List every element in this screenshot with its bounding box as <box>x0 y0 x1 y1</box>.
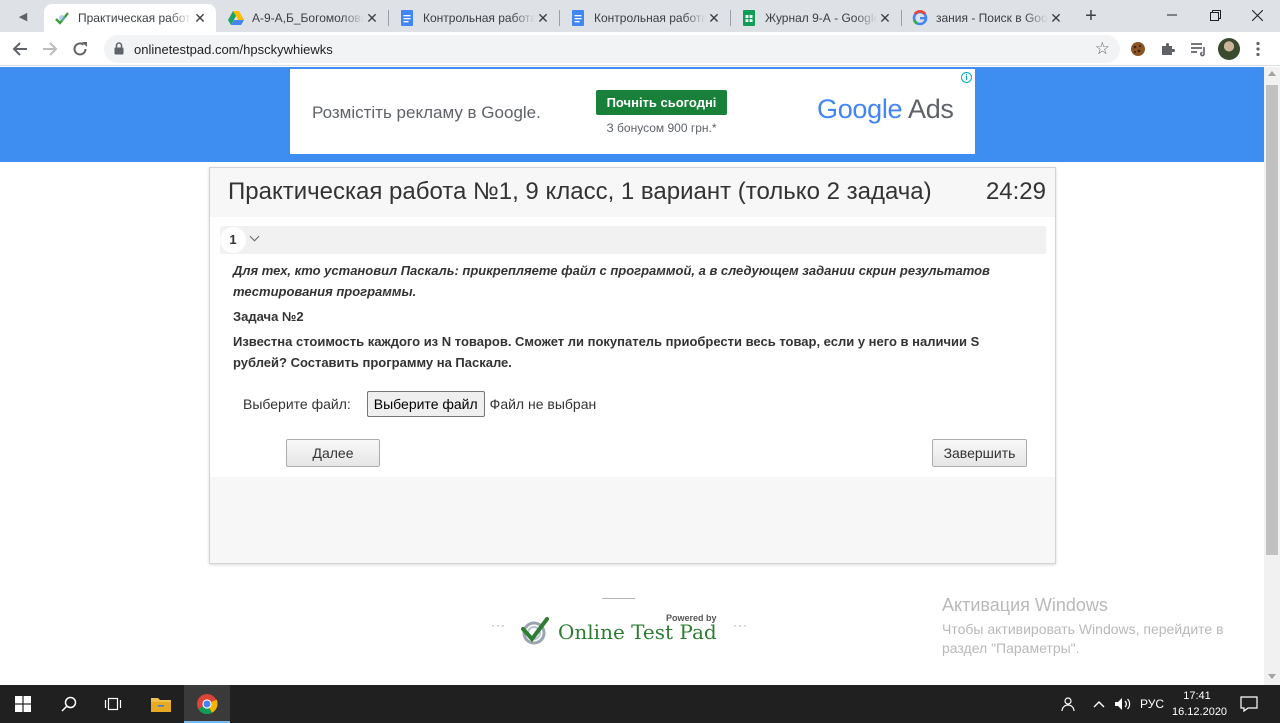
google-ads-logo: Google Ads <box>817 94 954 125</box>
bookmark-star-icon[interactable]: ☆ <box>1095 39 1110 59</box>
tab-title: Контрольная работа <box>423 11 535 25</box>
file-upload-row: Выберите файл: Выберите файл Файл не выб… <box>243 391 596 417</box>
footer-dots-right: ··· <box>733 618 748 632</box>
windows-taskbar: РУС 17:41 16.12.2020 <box>0 685 1280 723</box>
google-ads-logo-google: Google <box>817 94 903 124</box>
tab-title: Практическая работа <box>78 11 192 25</box>
tab-search-icon[interactable]: ◀ <box>8 6 38 26</box>
tab-practical-work[interactable]: Практическая работа ✕ <box>44 4 216 32</box>
windows-start-icon[interactable] <box>0 685 46 723</box>
reload-icon[interactable] <box>67 36 93 62</box>
test-title: Практическая работа №1, 9 класс, 1 вариа… <box>228 178 932 205</box>
restore-button[interactable] <box>1192 0 1238 30</box>
forward-icon[interactable] <box>37 36 63 62</box>
back-icon[interactable] <box>7 36 33 62</box>
google-drive-icon <box>228 10 244 26</box>
scroll-down-arrow-icon[interactable] <box>1268 674 1276 679</box>
language-indicator[interactable]: РУС <box>1140 685 1164 723</box>
ad-cta-button[interactable]: Почніть сьогодні <box>596 90 727 115</box>
scroll-up-arrow-icon[interactable] <box>1268 71 1276 76</box>
reading-list-icon[interactable] <box>1186 37 1210 61</box>
new-tab-button[interactable]: + <box>1080 5 1102 27</box>
clock-date: 16.12.2020 <box>1172 706 1228 718</box>
tab-title: А-9-А,Б_Богомолова <box>252 11 364 25</box>
onlinetestpad-favicon-icon <box>54 10 70 26</box>
file-explorer-icon[interactable] <box>138 685 184 723</box>
tab-control-work-1[interactable]: Контрольная работа ✕ <box>389 4 559 32</box>
tab-google-search[interactable]: зания - Поиск в Goo ✕ <box>902 4 1072 32</box>
close-icon[interactable]: ✕ <box>877 10 893 26</box>
ad-bonus-text: З бонусом 900 грн.* <box>606 121 717 135</box>
choose-file-button[interactable]: Выберите файл <box>366 391 485 417</box>
browser-toolbar: onlinetestpad.com/hpsckywhiewks ☆ <box>0 32 1280 66</box>
clock-time: 17:41 <box>1183 690 1211 702</box>
footer-divider <box>602 598 635 599</box>
close-icon[interactable]: ✕ <box>364 10 380 26</box>
menu-kebab-icon[interactable] <box>1246 37 1270 61</box>
url-text: onlinetestpad.com/hpsckywhiewks <box>134 42 333 57</box>
ad-info-icon[interactable]: i <box>961 72 972 83</box>
task-label: Задача №2 <box>233 309 304 324</box>
google-ads-logo-ads: Ads <box>907 94 954 124</box>
tab-strip: ◀ Практическая работа ✕ А-9-А,Б_Богомоло… <box>0 0 1280 32</box>
extensions-puzzle-icon[interactable] <box>1156 37 1180 61</box>
google-ad[interactable]: Розмістіть рекламу в Google. Почніть сьо… <box>290 69 975 154</box>
google-icon <box>912 10 928 26</box>
tab-control-work-2[interactable]: Контрольная работа ✕ <box>560 4 730 32</box>
google-docs-icon <box>399 10 415 26</box>
people-icon[interactable] <box>1059 685 1075 723</box>
volume-icon[interactable] <box>1114 685 1132 723</box>
lock-icon[interactable] <box>114 42 124 60</box>
finish-button[interactable]: Завершить <box>932 439 1027 467</box>
chrome-taskbar-icon[interactable] <box>184 685 230 723</box>
scrollbar-thumb[interactable] <box>1266 85 1278 555</box>
question-number-badge[interactable]: 1 <box>220 227 246 253</box>
profile-avatar[interactable] <box>1218 38 1240 60</box>
task-text: Известна стоимость каждого из N товаров.… <box>233 334 980 370</box>
tray-expand-icon[interactable] <box>1093 685 1105 723</box>
tab-title: зания - Поиск в Goo <box>936 11 1048 25</box>
close-icon[interactable]: ✕ <box>192 10 208 26</box>
close-icon[interactable]: ✕ <box>706 10 722 26</box>
online-test-pad-logo-icon[interactable] <box>518 615 550 647</box>
notifications-icon[interactable] <box>1240 685 1258 723</box>
next-button[interactable]: Далее <box>286 439 380 467</box>
online-test-pad-brand[interactable]: Online Test Pad <box>558 620 717 644</box>
footer-dots-left: ··· <box>491 618 506 632</box>
task-view-icon[interactable] <box>90 685 136 723</box>
file-upload-label: Выберите файл: <box>243 396 351 412</box>
chevron-down-icon[interactable] <box>249 231 260 242</box>
question-instruction: Для тех, кто установил Паскаль: прикрепл… <box>233 263 990 299</box>
taskbar-clock[interactable]: 17:41 16.12.2020 <box>1172 688 1228 720</box>
cookie-extension-icon[interactable] <box>1126 37 1150 61</box>
address-bar[interactable]: onlinetestpad.com/hpsckywhiewks ☆ <box>104 35 1120 63</box>
ad-text: Розмістіть рекламу в Google. <box>312 103 541 122</box>
question-navigator[interactable]: 1 <box>220 226 1046 254</box>
tab-title: Контрольная работа <box>594 11 706 25</box>
minimize-button[interactable] <box>1149 0 1195 30</box>
close-window-button[interactable] <box>1234 0 1280 30</box>
page-scrollbar[interactable] <box>1264 67 1280 685</box>
test-card: Практическая работа №1, 9 класс, 1 вариа… <box>209 167 1056 564</box>
page-viewport: Розмістіть рекламу в Google. Почніть сьо… <box>0 67 1264 685</box>
file-status: Файл не выбран <box>489 396 597 412</box>
tab-sheet-bogomolova[interactable]: А-9-А,Б_Богомолова ✕ <box>218 4 388 32</box>
header-banner: Розмістіть рекламу в Google. Почніть сьо… <box>0 67 1264 162</box>
close-icon[interactable]: ✕ <box>1048 10 1064 26</box>
question-panel: 1 Для тех, кто установил Паскаль: прикре… <box>210 217 1055 477</box>
tab-title: Журнал 9-А - Google <box>765 11 877 25</box>
google-sheets-icon <box>741 10 757 26</box>
search-icon[interactable] <box>46 685 92 723</box>
test-timer: 24:29 <box>985 178 1046 205</box>
google-docs-icon <box>570 10 586 26</box>
tab-journal-9a[interactable]: Журнал 9-А - Google ✕ <box>731 4 901 32</box>
close-icon[interactable]: ✕ <box>535 10 551 26</box>
